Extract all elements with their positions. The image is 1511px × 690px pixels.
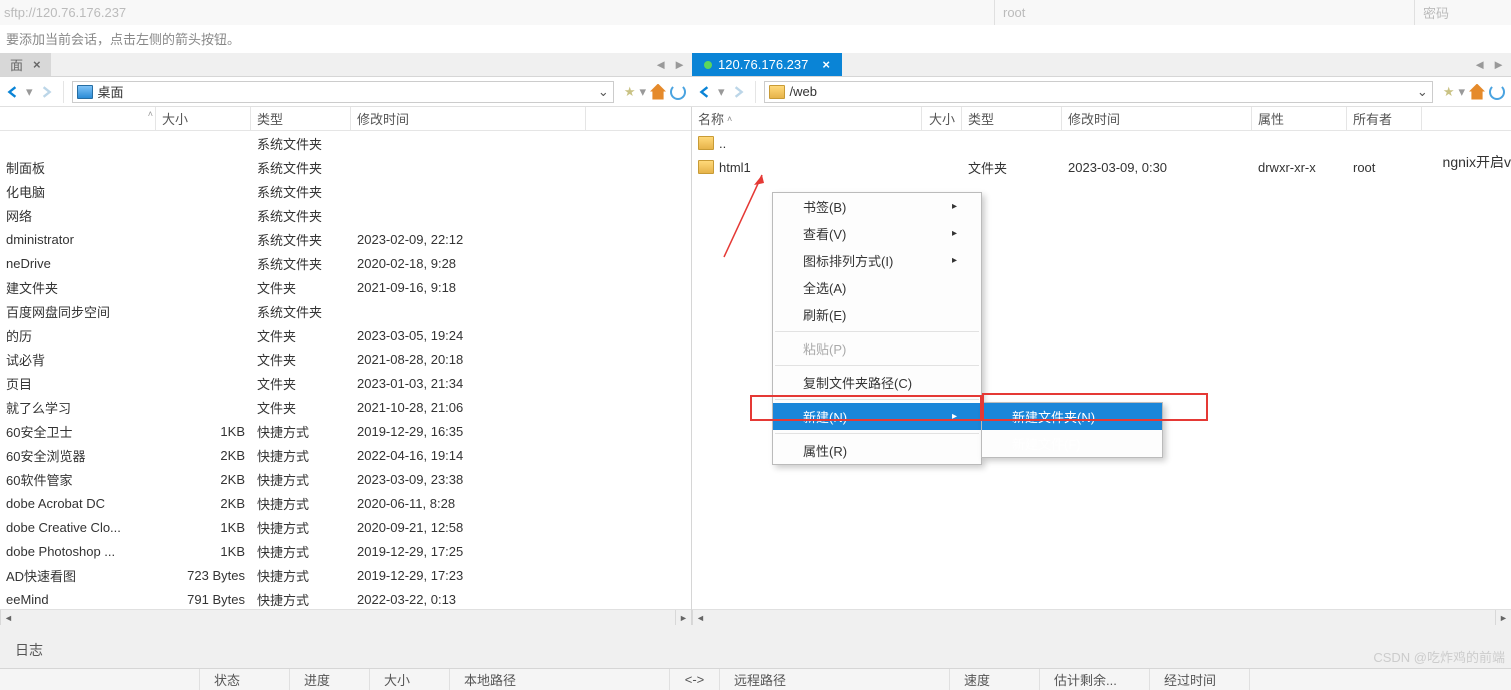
list-item[interactable]: AD快速看图723 Bytes快捷方式2019-12-29, 17:23: [0, 563, 691, 587]
menu-copypath[interactable]: 复制文件夹路径(C): [773, 369, 981, 396]
menu-new[interactable]: 新建(N)▸ 新建文件夹(N) 新建文件(F): [773, 403, 981, 430]
list-item[interactable]: 百度网盘同步空间系统文件夹: [0, 299, 691, 323]
context-menu: 书签(B)▸ 查看(V)▸ 图标排列方式(I)▸ 全选(A) 刷新(E) 粘贴(…: [772, 192, 982, 465]
list-item[interactable]: dobe Acrobat DC2KB快捷方式2020-06-11, 8:28: [0, 491, 691, 515]
password-field[interactable]: 密码: [1414, 0, 1507, 25]
watermark: CSDN @吃炸鸡的前端: [1373, 647, 1505, 666]
col-mtime[interactable]: 修改时间: [1062, 107, 1252, 130]
list-item[interactable]: 网络系统文件夹: [0, 203, 691, 227]
list-item[interactable]: 建文件夹文件夹2021-09-16, 9:18: [0, 275, 691, 299]
local-path-input[interactable]: 桌面 ⌄: [72, 81, 614, 103]
col-type[interactable]: 类型: [251, 107, 351, 130]
status-localpath: 本地路径: [450, 669, 670, 690]
h-scrollbar[interactable]: ◄►: [0, 609, 691, 625]
col-mtime[interactable]: 修改时间: [351, 107, 586, 130]
local-tab-label: 面: [10, 55, 23, 74]
remote-pane: 名称˄ 大小 类型 修改时间 属性 所有者 ..html1文件夹2023-03-…: [692, 107, 1511, 625]
list-item[interactable]: eeMind791 Bytes快捷方式2022-03-22, 0:13: [0, 587, 691, 611]
list-item[interactable]: dobe Photoshop ...1KB快捷方式2019-12-29, 17:…: [0, 539, 691, 563]
status-elapsed: 经过时间: [1150, 669, 1250, 690]
col-attr[interactable]: 属性: [1252, 107, 1347, 130]
chevron-down-icon[interactable]: ⌄: [598, 84, 609, 100]
cropped-text: ngnix开启v: [1439, 150, 1511, 174]
status-bar: 状态 进度 大小 本地路径 <-> 远程路径 速度 估计剩余... 经过时间: [0, 668, 1511, 690]
status-arrow: <->: [670, 669, 720, 690]
session-hint: 要添加当前会话，点击左侧的箭头按钮。: [0, 25, 1511, 53]
forward-button[interactable]: [727, 81, 749, 103]
chevron-down-icon[interactable]: ⌄: [1417, 84, 1428, 100]
back-button[interactable]: [2, 81, 24, 103]
tab-prev-icon[interactable]: ◄: [654, 57, 667, 72]
folder-icon: [769, 85, 785, 99]
list-item[interactable]: 系统文件夹: [0, 131, 691, 155]
refresh-icon[interactable]: [670, 84, 686, 100]
address-url[interactable]: sftp://120.76.176.237: [4, 5, 994, 20]
local-path-text: 桌面: [98, 82, 124, 101]
connection-status-icon: [704, 61, 712, 69]
col-size[interactable]: 大小: [922, 107, 962, 130]
status-speed: 速度: [950, 669, 1040, 690]
menu-iconarrange[interactable]: 图标排列方式(I)▸: [773, 247, 981, 274]
close-icon[interactable]: ×: [33, 57, 41, 72]
close-icon[interactable]: ×: [822, 57, 830, 72]
list-item[interactable]: 化电脑系统文件夹: [0, 179, 691, 203]
col-size[interactable]: 大小: [156, 107, 251, 130]
col-name[interactable]: 名称˄: [692, 107, 922, 130]
remote-path-input[interactable]: /web ⌄: [764, 81, 1433, 103]
tab-prev-icon[interactable]: ◄: [1473, 57, 1486, 72]
remote-tab[interactable]: 120.76.176.237 ×: [692, 53, 842, 76]
h-scrollbar[interactable]: ◄►: [692, 609, 1511, 625]
list-item[interactable]: 制面板系统文件夹: [0, 155, 691, 179]
col-type[interactable]: 类型: [962, 107, 1062, 130]
status-size: 大小: [370, 669, 450, 690]
menu-props[interactable]: 属性(R): [773, 437, 981, 464]
favorite-icon[interactable]: ★: [1443, 84, 1455, 100]
submenu-new: 新建文件夹(N) 新建文件(F): [981, 402, 1163, 458]
menu-refresh[interactable]: 刷新(E): [773, 301, 981, 328]
menu-paste: 粘贴(P): [773, 335, 981, 362]
favorite-icon[interactable]: ★: [624, 84, 636, 100]
list-item[interactable]: 试必背文件夹2021-08-28, 20:18: [0, 347, 691, 371]
menu-bookmarks[interactable]: 书签(B)▸: [773, 193, 981, 220]
list-item[interactable]: dministrator系统文件夹2023-02-09, 22:12: [0, 227, 691, 251]
home-icon[interactable]: [1469, 84, 1485, 100]
col-name[interactable]: [0, 107, 156, 130]
username-field[interactable]: root: [994, 0, 1414, 25]
status-state: 状态: [200, 669, 290, 690]
list-item[interactable]: 60安全卫士1KB快捷方式2019-12-29, 16:35: [0, 419, 691, 443]
col-owner[interactable]: 所有者: [1347, 107, 1422, 130]
tab-next-icon[interactable]: ►: [673, 57, 686, 72]
menu-newfile[interactable]: 新建文件(F): [982, 430, 1162, 457]
status-remotepath: 远程路径: [720, 669, 950, 690]
desktop-icon: [77, 85, 93, 99]
back-button[interactable]: [694, 81, 716, 103]
list-item[interactable]: dobe Creative Clo...1KB快捷方式2020-09-21, 1…: [0, 515, 691, 539]
list-item[interactable]: neDrive系统文件夹2020-02-18, 9:28: [0, 251, 691, 275]
remote-path-text: /web: [790, 84, 817, 99]
folder-icon: [698, 136, 714, 150]
menu-view[interactable]: 查看(V)▸: [773, 220, 981, 247]
refresh-icon[interactable]: [1489, 84, 1505, 100]
list-item[interactable]: 60软件管家2KB快捷方式2023-03-09, 23:38: [0, 467, 691, 491]
list-item[interactable]: ..: [692, 131, 1511, 155]
list-item[interactable]: 的历文件夹2023-03-05, 19:24: [0, 323, 691, 347]
tab-next-icon[interactable]: ►: [1492, 57, 1505, 72]
local-tab[interactable]: 面 ×: [0, 53, 51, 76]
menu-selectall[interactable]: 全选(A): [773, 274, 981, 301]
status-remaining: 估计剩余...: [1040, 669, 1150, 690]
home-icon[interactable]: [650, 84, 666, 100]
remote-tab-label: 120.76.176.237: [718, 57, 808, 72]
list-item[interactable]: 60安全浏览器2KB快捷方式2022-04-16, 19:14: [0, 443, 691, 467]
menu-newfolder[interactable]: 新建文件夹(N): [982, 403, 1162, 430]
local-pane: 大小 类型 修改时间 系统文件夹制面板系统文件夹化电脑系统文件夹网络系统文件夹d…: [0, 107, 692, 625]
log-label: 日志: [15, 640, 43, 660]
list-item[interactable]: html1文件夹2023-03-09, 0:30drwxr-xr-xroot: [692, 155, 1511, 179]
status-progress: 进度: [290, 669, 370, 690]
forward-button[interactable]: [35, 81, 57, 103]
list-item[interactable]: 就了么学习文件夹2021-10-28, 21:06: [0, 395, 691, 419]
list-item[interactable]: 页目文件夹2023-01-03, 21:34: [0, 371, 691, 395]
